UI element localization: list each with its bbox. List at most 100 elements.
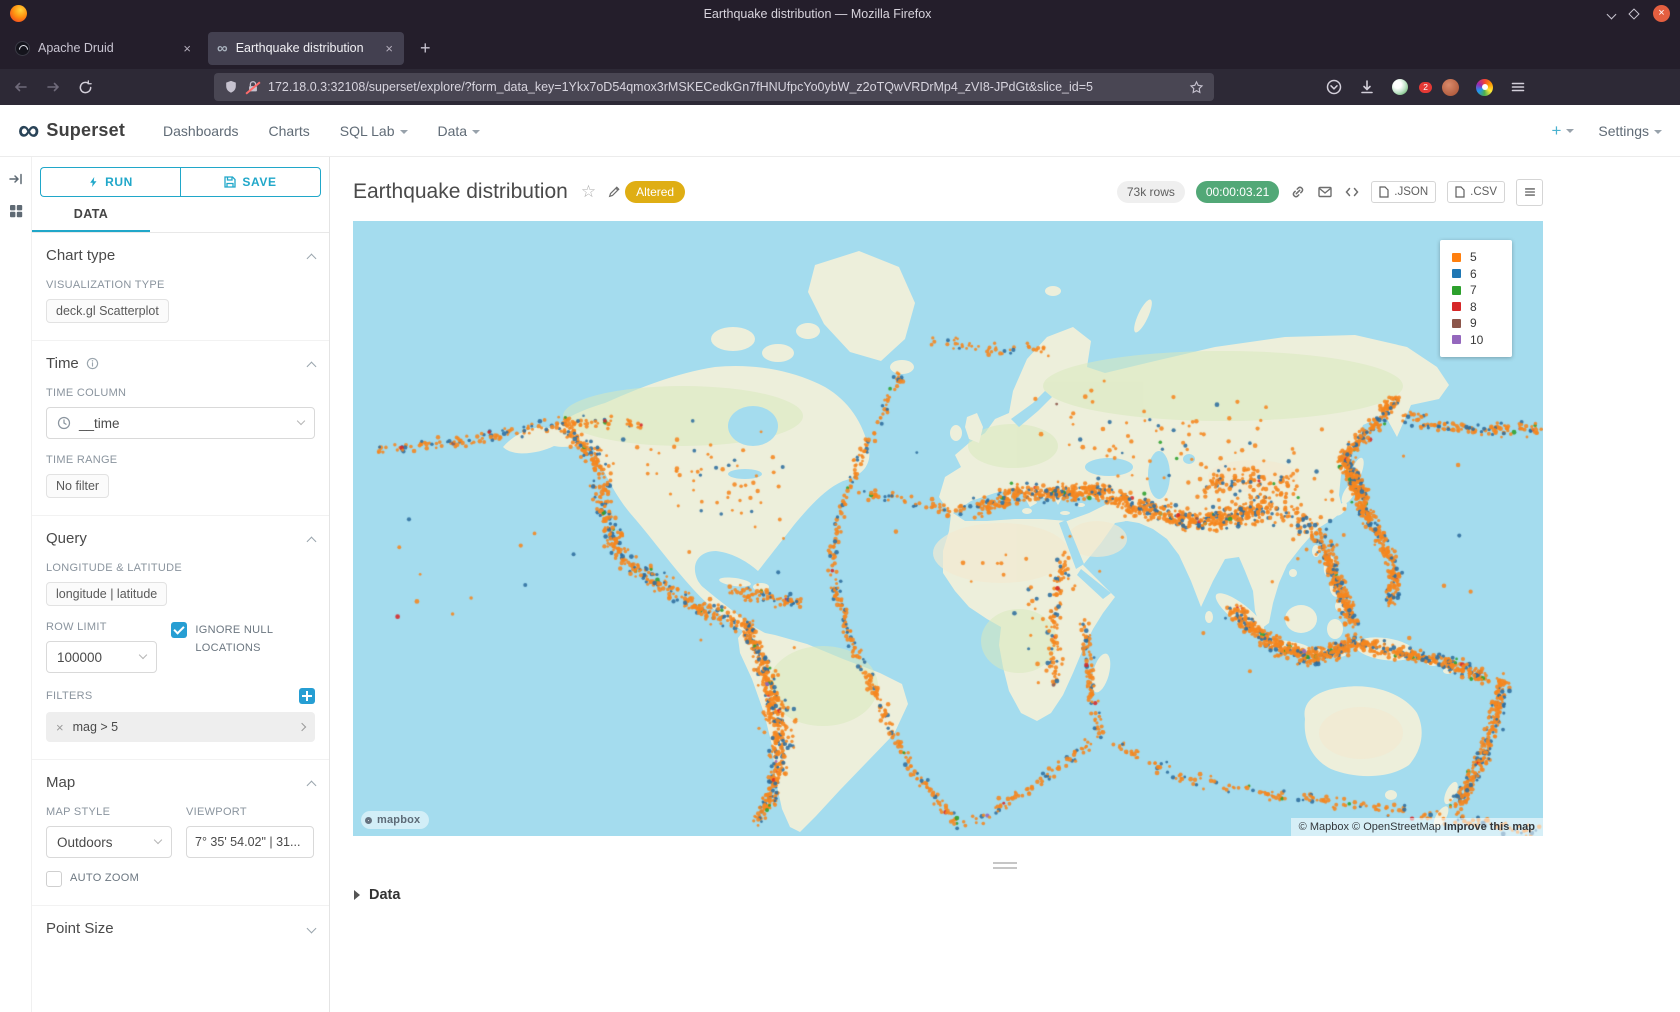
info-icon [86,357,99,370]
superset-logo[interactable]: ∞ [18,117,39,144]
favorite-star-icon[interactable]: ☆ [581,182,596,202]
bookmark-star-icon[interactable] [1189,80,1204,95]
tab-earthquake-distribution[interactable]: ∞ Earthquake distribution × [208,32,404,65]
section-query-header[interactable]: Query [46,530,315,547]
collapse-panel-icon[interactable] [8,171,24,187]
chevron-up-icon [307,362,317,372]
legend-item[interactable]: 9 [1452,315,1512,332]
nav-item-data[interactable]: Data [438,123,481,139]
legend-label: 5 [1470,250,1477,264]
legend-label: 10 [1470,333,1483,347]
window-maximize-button[interactable] [1630,5,1638,23]
data-section-toggle[interactable]: Data [354,887,1680,903]
explore-page: RUN SAVE DATA Chart type VISUALIZATION T… [0,157,1680,1012]
ignore-null-checkbox-row[interactable]: IGNORE NULL LOCATIONS [171,622,315,657]
browser-toolbar: 172.18.0.3:32108/superset/explore/?form_… [0,69,1680,105]
add-filter-button[interactable] [299,688,315,704]
altered-badge[interactable]: Altered [625,181,685,203]
attribution-mapbox[interactable]: © Mapbox [1299,821,1349,833]
legend-item[interactable]: 10 [1452,332,1512,349]
time-range-value[interactable]: No filter [46,474,109,498]
filter-pill[interactable]: × mag > 5 [46,712,315,742]
insecure-lock-icon[interactable] [246,80,260,94]
nav-item-sql-lab[interactable]: SQL Lab [340,123,408,139]
nav-item-dashboards[interactable]: Dashboards [163,123,239,139]
map-style-label: MAP STYLE [46,806,172,818]
improve-map-link[interactable]: Improve this map [1444,821,1535,833]
viz-type-value[interactable]: deck.gl Scatterplot [46,299,169,323]
section-time-header[interactable]: Time [46,355,315,372]
chevron-down-icon [139,651,147,659]
extension-badge: 2 [1419,82,1432,93]
forward-button[interactable] [40,74,66,100]
deckgl-scatterplot-map[interactable]: 5 678910 mapbox © Mapbox © OpenStreetMap … [353,221,1543,836]
tab-label: Earthquake distribution [236,41,376,55]
time-column-select[interactable]: __time [46,407,315,439]
add-new-button[interactable]: + [1551,121,1574,141]
menu-hamburger-icon[interactable] [1510,79,1526,95]
new-tab-button[interactable]: + [410,38,441,59]
window-close-button[interactable]: × [1653,5,1670,22]
superset-brand[interactable]: Superset [46,120,125,141]
auto-zoom-row[interactable]: AUTO ZOOM [46,870,315,888]
lonlat-value[interactable]: longitude | latitude [46,582,167,606]
legend-swatch [1452,335,1461,344]
file-icon [1455,186,1465,198]
section-chart-type-header[interactable]: Chart type [46,247,315,264]
run-button[interactable]: RUN [40,167,180,197]
save-button[interactable]: SAVE [180,167,321,197]
email-icon[interactable] [1317,184,1333,200]
downloads-icon[interactable] [1359,79,1375,95]
viewport-input[interactable]: 7° 35' 54.02" | 31... [186,826,314,858]
datasource-grid-icon[interactable] [8,203,24,219]
tab-close-icon[interactable]: × [181,41,193,56]
tab-close-icon[interactable]: × [383,41,395,56]
nav-item-charts[interactable]: Charts [269,123,310,139]
legend-item[interactable]: 8 [1452,299,1512,316]
mapbox-logo[interactable]: mapbox [361,811,429,829]
ignore-null-checkbox[interactable] [171,622,187,638]
edit-title-icon[interactable] [607,185,621,199]
row-limit-label: ROW LIMIT [46,621,157,633]
section-map-header[interactable]: Map [46,774,315,791]
chevron-up-icon [307,254,317,264]
section-time: Time TIME COLUMN __time TIME RANGE No fi… [32,340,329,515]
auto-zoom-label: AUTO ZOOM [70,870,139,888]
url-bar[interactable]: 172.18.0.3:32108/superset/explore/?form_… [214,73,1214,101]
viz-type-label: VISUALIZATION TYPE [46,279,315,291]
panel-resize-handle[interactable] [993,862,1017,869]
window-minimize-button[interactable] [1608,5,1615,23]
reload-button[interactable] [72,74,98,100]
export-csv-button[interactable]: .CSV [1447,181,1505,203]
section-point-size: Point Size [32,905,329,954]
legend-item[interactable]: 5 [1452,249,1512,266]
attribution-osm[interactable]: © OpenStreetMap [1352,821,1441,833]
row-limit-select[interactable]: 100000 [46,641,157,673]
map-style-select[interactable]: Outdoors [46,826,172,858]
legend-item[interactable]: 7 [1452,282,1512,299]
profile-avatar-icon[interactable] [1442,79,1459,96]
pocket-icon[interactable] [1326,79,1342,95]
section-query: Query LONGITUDE & LATITUDE longitude | l… [32,515,329,759]
chevron-down-icon [307,923,317,933]
mapbox-logo-icon [365,817,372,824]
map-attribution: © Mapbox © OpenStreetMap Improve this ma… [1291,818,1543,836]
extension-pinwheel-icon[interactable] [1476,79,1493,96]
tab-apache-druid[interactable]: Apache Druid × [6,32,202,65]
export-json-button[interactable]: .JSON [1371,181,1436,203]
chart-options-menu-button[interactable] [1516,179,1543,206]
extension-icon[interactable] [1392,79,1408,95]
settings-menu[interactable]: Settings [1598,123,1662,139]
section-point-size-header[interactable]: Point Size [46,920,315,937]
tracking-protection-shield-icon[interactable] [224,80,238,94]
query-timer-badge: 00:00:03.21 [1196,181,1279,203]
back-button[interactable] [8,74,34,100]
auto-zoom-checkbox[interactable] [46,871,62,887]
share-link-icon[interactable] [1290,184,1306,200]
embed-code-icon[interactable] [1344,184,1360,200]
tab-data[interactable]: DATA [32,197,150,232]
earthquake-dots-canvas [353,221,1543,836]
remove-filter-icon[interactable]: × [56,720,64,735]
legend-item[interactable]: 6 [1452,266,1512,283]
legend-label: 6 [1470,267,1477,281]
